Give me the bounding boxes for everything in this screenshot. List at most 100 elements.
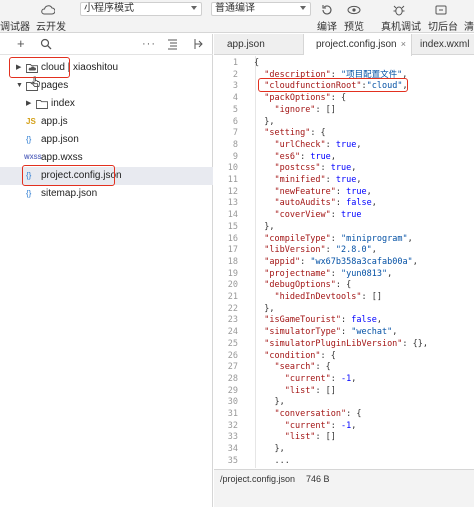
line-number: 27 xyxy=(227,362,238,373)
mode-select[interactable]: 小程序模式 xyxy=(80,2,202,16)
caret-right-icon[interactable]: ▶ xyxy=(26,95,31,113)
code-line[interactable]: 29 "list": [] xyxy=(214,386,474,398)
code-line[interactable]: 9 "es6": true, xyxy=(214,152,474,164)
code-text: "projectname": "yun0813", xyxy=(264,268,393,279)
file-explorer: + ··· ▶ cloud | xiaoshitou ▼ pages ▶ ind… xyxy=(0,34,213,507)
code-line[interactable]: 18 "appid": "wx67b358a3cafab00a", xyxy=(214,257,474,269)
line-number: 20 xyxy=(227,280,238,291)
tab-index-wxml[interactable]: index.wxml xyxy=(412,34,474,55)
preview-eye-icon[interactable] xyxy=(347,3,361,15)
code-line[interactable]: 2 "description": "项目配置文件", xyxy=(214,70,474,82)
code-text: "simulatorPluginLibVersion": {}, xyxy=(264,338,429,349)
code-line[interactable]: 22 }, xyxy=(214,304,474,316)
caret-down-icon[interactable]: ▼ xyxy=(16,77,23,95)
code-line[interactable]: 26 "condition": { xyxy=(214,351,474,363)
line-number: 3 xyxy=(232,81,238,92)
code-line[interactable]: 16 "compileType": "miniprogram", xyxy=(214,234,474,246)
code-line[interactable]: 23 "isGameTourist": false, xyxy=(214,315,474,327)
close-icon[interactable]: × xyxy=(401,34,406,55)
code-line[interactable]: 5 "ignore": [] xyxy=(214,105,474,117)
preview-label[interactable]: 预览 xyxy=(344,18,364,33)
remote-debug-label[interactable]: 真机调试 xyxy=(381,18,421,33)
debugger-label[interactable]: 调试器 xyxy=(0,18,30,33)
cut-label[interactable]: 清 xyxy=(464,18,474,33)
line-number: 29 xyxy=(227,385,238,396)
highlight-box-project-config xyxy=(22,165,115,186)
code-line[interactable]: 28 "current": -1, xyxy=(214,374,474,386)
bug-icon[interactable] xyxy=(392,3,406,16)
code-text: "libVersion": "2.8.0", xyxy=(264,245,377,256)
split-icon[interactable] xyxy=(193,36,204,54)
code-text: "current": -1, xyxy=(284,373,357,384)
background-label[interactable]: 切后台 xyxy=(428,18,458,33)
tab-app-json[interactable]: app.json xyxy=(214,34,304,55)
code-line[interactable]: 25 "simulatorPluginLibVersion": {}, xyxy=(214,339,474,351)
tree-item-app-json[interactable]: {} app.json xyxy=(0,131,213,149)
tree-item-app-js[interactable]: JS app.js xyxy=(0,113,213,131)
line-number: 23 xyxy=(227,315,238,326)
cloud-dev-icon[interactable] xyxy=(41,3,56,15)
cloud-dev-label[interactable]: 云开发 xyxy=(36,18,66,33)
tree-item-sitemap[interactable]: {} sitemap.json xyxy=(0,185,213,203)
code-text: "cloudfunctionRoot":"cloud", xyxy=(264,81,408,92)
code-line[interactable]: 34 }, xyxy=(214,444,474,456)
code-line[interactable]: 8 "urlCheck": true, xyxy=(214,140,474,152)
code-line[interactable]: 33 "list": [] xyxy=(214,432,474,444)
code-line[interactable]: 24 "simulatorType": "wechat", xyxy=(214,327,474,339)
tree-item-index[interactable]: ▶ index xyxy=(0,95,213,113)
code-editor[interactable]: 1{2 "description": "项目配置文件", 3 "cloudfunc… xyxy=(214,56,474,468)
code-line[interactable]: 32 "current": -1, xyxy=(214,421,474,433)
code-line[interactable]: 6 }, xyxy=(214,117,474,129)
code-line[interactable]: 14 "coverView": true xyxy=(214,210,474,222)
code-text: "setting": { xyxy=(264,128,326,139)
code-line[interactable]: 27 "search": { xyxy=(214,362,474,374)
highlight-box-cloud xyxy=(9,57,70,78)
code-line[interactable]: 30 }, xyxy=(214,397,474,409)
more-icon[interactable]: ··· xyxy=(142,36,156,52)
chevron-down-icon xyxy=(300,6,306,10)
code-line[interactable]: 15 }, xyxy=(214,222,474,234)
code-line[interactable]: 4 "packOptions": { xyxy=(214,93,474,105)
compile-select[interactable]: 普通编译 xyxy=(211,2,311,16)
code-text: "packOptions": { xyxy=(264,93,347,104)
line-number: 12 xyxy=(227,186,238,197)
chevron-down-icon xyxy=(191,6,197,10)
code-line[interactable]: 1{ xyxy=(214,58,474,70)
code-line[interactable]: 12 "newFeature": true, xyxy=(214,187,474,199)
tree-item-pages[interactable]: ▼ pages xyxy=(0,77,213,95)
switch-background-icon[interactable] xyxy=(434,3,448,15)
line-number: 26 xyxy=(227,350,238,361)
tree-item-label: app.json xyxy=(41,134,79,145)
line-number: 22 xyxy=(227,303,238,314)
code-line[interactable]: 21 "hidedInDevtools": [] xyxy=(214,292,474,304)
line-number: 31 xyxy=(227,409,238,419)
code-line[interactable]: 10 "postcss": true, xyxy=(214,163,474,175)
line-number: 32 xyxy=(227,420,238,431)
code-line[interactable]: 11 "minified": true, xyxy=(214,175,474,187)
code-line[interactable]: 13 "autoAudits": false, xyxy=(214,198,474,210)
line-number: 13 xyxy=(227,198,238,209)
compile-icon[interactable] xyxy=(320,3,334,15)
compile-label[interactable]: 编译 xyxy=(317,18,337,33)
status-file-size: 746 B xyxy=(306,474,330,484)
code-line[interactable]: 7 "setting": { xyxy=(214,128,474,140)
status-file-path: /project.config.json xyxy=(220,474,296,484)
search-icon[interactable] xyxy=(40,36,52,54)
code-line[interactable]: 3 "cloudfunctionRoot":"cloud", xyxy=(214,81,474,93)
code-text: "ignore": [] xyxy=(274,104,336,115)
code-line[interactable]: 20 "debugOptions": { xyxy=(214,280,474,292)
folder-icon xyxy=(36,95,48,115)
code-line[interactable]: 17 "libVersion": "2.8.0", xyxy=(214,245,474,257)
code-line[interactable]: 19 "projectname": "yun0813", xyxy=(214,269,474,281)
code-text: }, xyxy=(254,444,285,455)
collapse-icon[interactable] xyxy=(167,36,178,54)
tree-item-label: index xyxy=(51,98,75,109)
line-number: 24 xyxy=(227,327,238,338)
code-text: "description": "项目配置文件", xyxy=(264,69,408,80)
tab-project-config[interactable]: project.config.json × xyxy=(304,34,412,56)
code-line[interactable]: 31 "conversation": { xyxy=(214,409,474,421)
code-line[interactable]: 35 ... xyxy=(214,456,474,468)
line-number: 11 xyxy=(227,175,238,185)
status-bar: /project.config.json 746 B xyxy=(214,469,474,507)
plus-icon[interactable]: + xyxy=(17,36,25,52)
